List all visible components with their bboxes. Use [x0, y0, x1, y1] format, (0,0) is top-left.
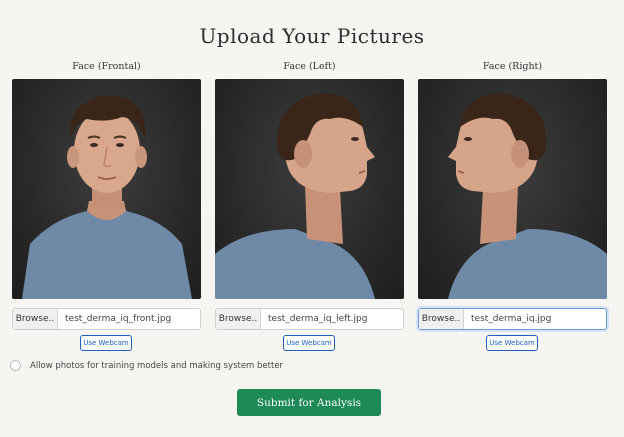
upload-label-left: Face (Left): [283, 61, 336, 72]
browse-button[interactable]: Browse..: [13, 309, 58, 329]
file-name-text: test_derma_iq_left.jpg: [268, 314, 368, 324]
left-profile-photo: [215, 79, 404, 299]
file-input-left[interactable]: Browse.. test_derma_iq_left.jpg: [215, 308, 404, 330]
upload-label-right: Face (Right): [482, 61, 543, 72]
use-webcam-button[interactable]: Use Webcam: [80, 335, 132, 351]
right-profile-photo: [418, 79, 607, 299]
file-name-text: test_derma_iq.jpg: [471, 314, 552, 324]
upload-label-frontal: Face (Frontal): [72, 61, 141, 72]
upload-right: Face (Right) Browse.. test_derma_iq.jpg …: [418, 60, 607, 351]
browse-button[interactable]: Browse..: [419, 309, 464, 329]
file-input-right[interactable]: Browse.. test_derma_iq.jpg: [418, 308, 607, 330]
file-name-text: test_derma_iq_front.jpg: [65, 314, 172, 324]
file-input-frontal[interactable]: Browse.. test_derma_iq_front.jpg: [12, 308, 201, 330]
page-title: Upload Your Pictures: [199, 24, 425, 48]
browse-button[interactable]: Browse..: [216, 309, 261, 329]
consent-option[interactable]: Allow photos for training models and mak…: [10, 360, 283, 371]
use-webcam-button[interactable]: Use Webcam: [486, 335, 538, 351]
submit-button[interactable]: Submit for Analysis: [237, 389, 381, 416]
use-webcam-button[interactable]: Use Webcam: [283, 335, 335, 351]
frontal-face-photo: [12, 79, 201, 299]
upload-frontal: Face (Frontal) Browse.. test_derma_iq_fr…: [12, 60, 201, 351]
consent-radio[interactable]: [10, 360, 21, 371]
consent-label: Allow photos for training models and mak…: [30, 360, 284, 371]
upload-left: Face (Left) Browse.. test_derma_iq_left.…: [215, 60, 404, 351]
